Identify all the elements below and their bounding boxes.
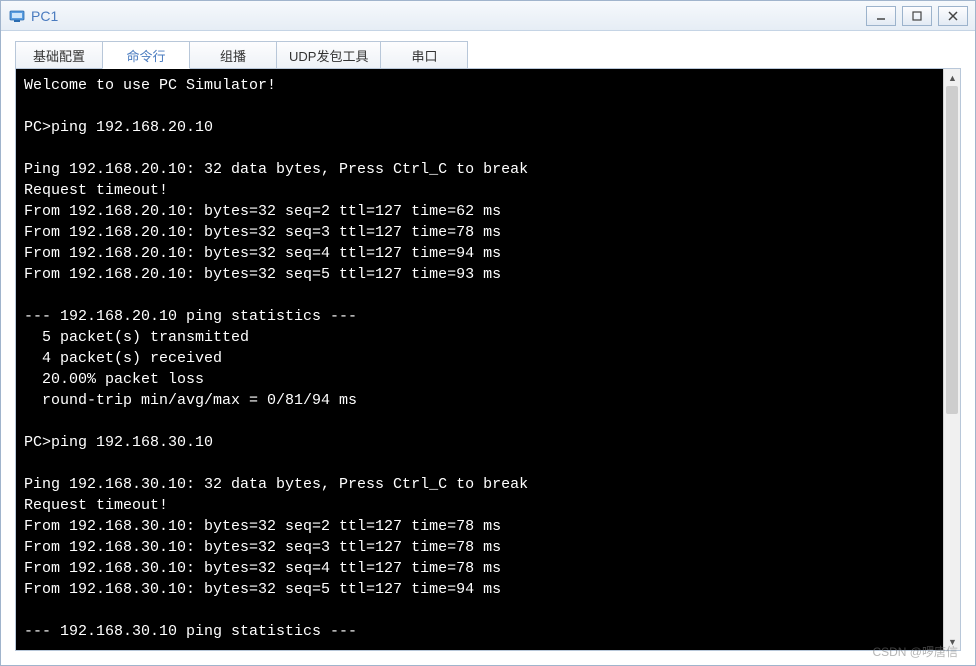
close-button[interactable]: [938, 6, 968, 26]
scroll-up-arrow[interactable]: ▲: [944, 69, 961, 86]
scroll-track[interactable]: [944, 86, 960, 633]
app-icon: [9, 8, 25, 24]
tab-multicast[interactable]: 组播: [189, 41, 277, 69]
scroll-down-arrow[interactable]: ▼: [944, 633, 961, 650]
tab-bar: 基础配置 命令行 组播 UDP发包工具 串口: [15, 41, 961, 69]
scrollbar[interactable]: ▲ ▼: [943, 69, 960, 650]
content-area: 基础配置 命令行 组播 UDP发包工具 串口 Welcome to use PC…: [1, 31, 975, 665]
tab-serial[interactable]: 串口: [380, 41, 468, 69]
minimize-button[interactable]: [866, 6, 896, 26]
maximize-button[interactable]: [902, 6, 932, 26]
titlebar: PC1: [1, 1, 975, 31]
tab-basic-config[interactable]: 基础配置: [15, 41, 103, 69]
window-title: PC1: [31, 8, 863, 24]
tab-command-line[interactable]: 命令行: [102, 41, 190, 69]
tab-udp-tool[interactable]: UDP发包工具: [276, 41, 381, 69]
app-window: PC1 基础配置 命令行 组播 UDP发包工具 串口 Welcome to us…: [0, 0, 976, 666]
scroll-thumb[interactable]: [946, 86, 958, 414]
terminal-output[interactable]: Welcome to use PC Simulator! PC>ping 192…: [16, 69, 943, 650]
terminal-container: Welcome to use PC Simulator! PC>ping 192…: [15, 68, 961, 651]
